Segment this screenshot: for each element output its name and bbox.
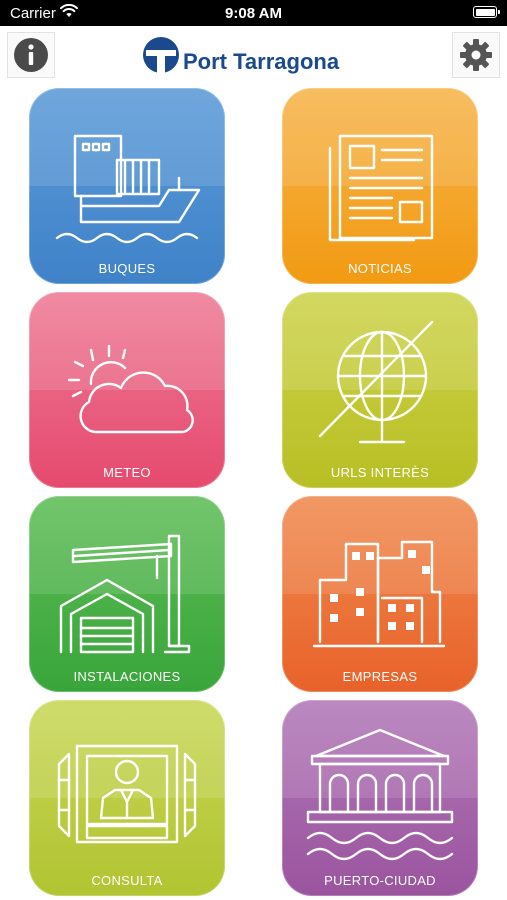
info-icon	[14, 38, 48, 72]
tile-urls-interes[interactable]: URLS INTERÈS	[282, 292, 478, 488]
consultation-icon	[57, 744, 197, 844]
clock: 9:08 AM	[225, 5, 282, 22]
tile-buques[interactable]: BUQUES	[29, 88, 225, 284]
tile-meteo[interactable]: METEO	[29, 292, 225, 488]
status-bar: Carrier 9:08 AM	[0, 0, 507, 26]
menu-grid: BUQUES NOTICIAS METEO URLS INTERÈS INSTA…	[0, 88, 507, 900]
tile-puerto-ciudad[interactable]: PUERTO-CIUDAD	[282, 700, 478, 896]
tile-label: METEO	[103, 465, 151, 480]
tile-label: NOTICIAS	[348, 261, 412, 276]
tile-label: CONSULTA	[91, 873, 163, 888]
weather-icon	[67, 344, 194, 434]
ship-icon	[55, 134, 201, 244]
newspaper-icon	[328, 134, 434, 242]
port-city-icon	[306, 728, 454, 861]
brand-name: Port Tarragona	[183, 49, 340, 74]
tile-label: PUERTO-CIUDAD	[324, 873, 436, 888]
tile-label: URLS INTERÈS	[330, 465, 430, 480]
buildings-icon	[312, 540, 446, 648]
settings-button[interactable]	[452, 32, 500, 78]
warehouse-icon	[59, 534, 191, 654]
battery-icon	[473, 6, 500, 18]
tile-label: EMPRESAS	[342, 669, 418, 684]
port-tarragona-logo: Port Tarragona	[142, 32, 339, 78]
tile-noticias[interactable]: NOTICIAS	[282, 88, 478, 284]
tile-empresas[interactable]: EMPRESAS	[282, 496, 478, 692]
app-header: Port Tarragona	[0, 26, 507, 84]
info-button[interactable]	[7, 32, 55, 78]
globe-icon	[318, 320, 434, 444]
logo-mark-icon	[143, 37, 179, 73]
gear-icon	[460, 39, 492, 71]
tile-label: INSTALACIONES	[73, 669, 181, 684]
tile-label: BUQUES	[98, 261, 156, 276]
tile-instalaciones[interactable]: INSTALACIONES	[29, 496, 225, 692]
tile-consulta[interactable]: CONSULTA	[29, 700, 225, 896]
